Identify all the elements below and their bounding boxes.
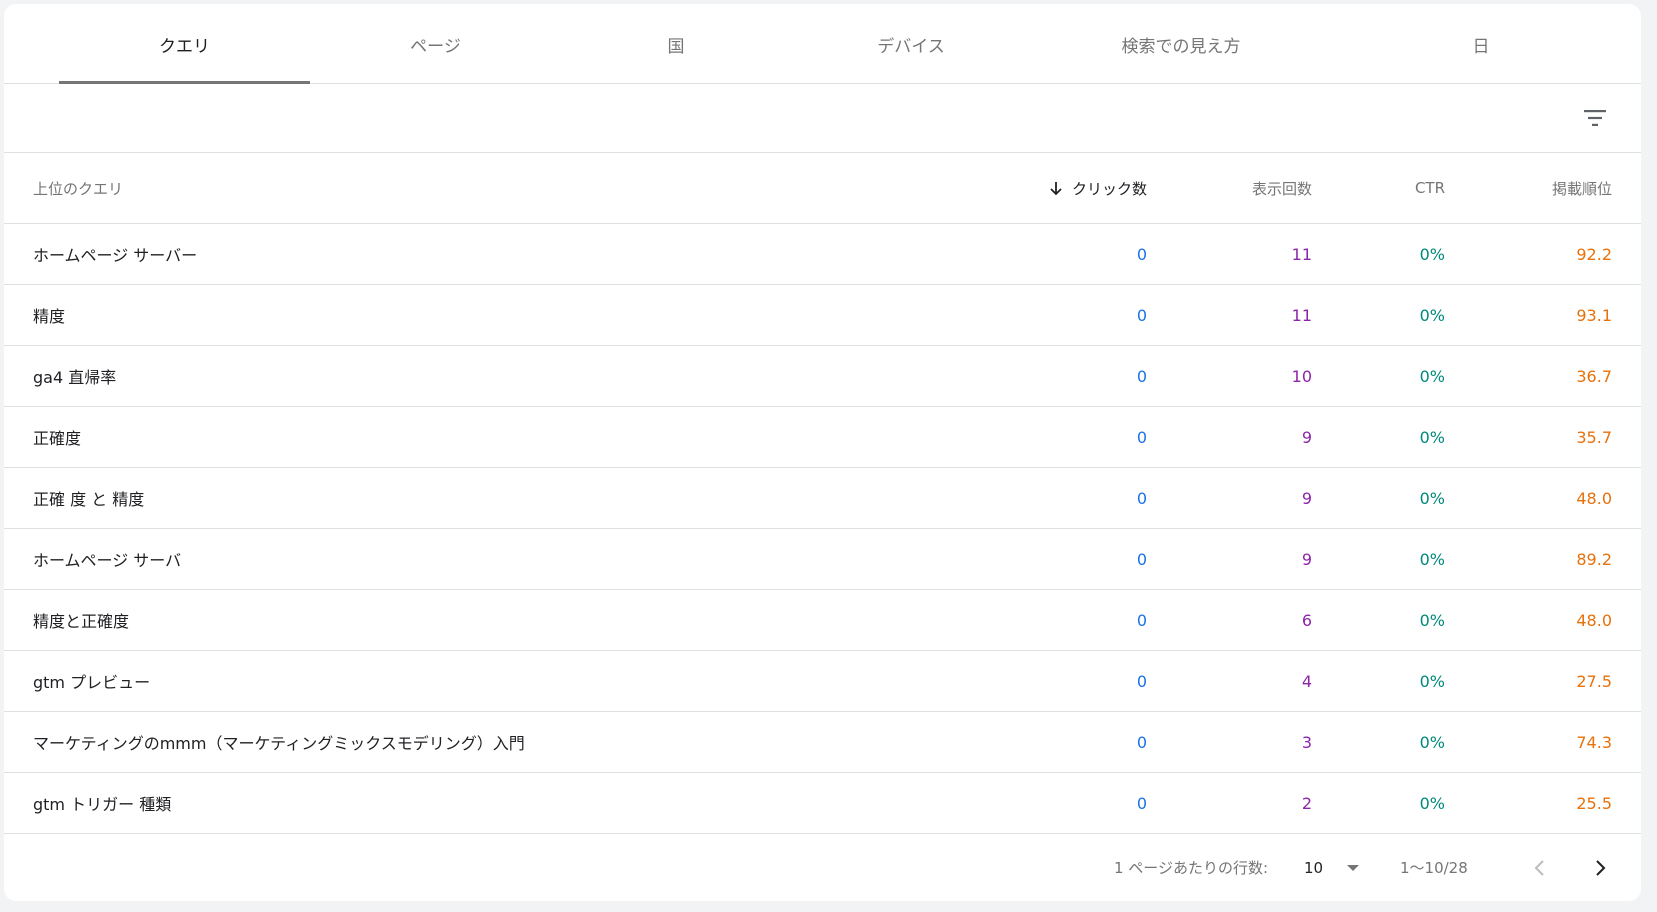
cell-impressions: 11: [1291, 305, 1312, 325]
cell-clicks: 0: [1136, 732, 1147, 752]
table-body: ホームページ サーバー 0 11 0% 92.2 精度 0 11 0% 93.1…: [4, 224, 1641, 834]
table-row[interactable]: 正確 度 と 精度 0 9 0% 48.0: [4, 468, 1641, 529]
tab-label: クエリ: [159, 36, 210, 57]
rows-per-page-value: 10: [1304, 858, 1324, 877]
table-row[interactable]: gtm プレビュー 0 4 0% 27.5: [4, 651, 1641, 712]
table-row[interactable]: ga4 直帰率 0 10 0% 36.7: [4, 346, 1641, 407]
chevron-right-icon[interactable]: [1586, 854, 1614, 882]
table-row[interactable]: マーケティングのmmm（マーケティングミックスモデリング）入門 0 3 0% 7…: [4, 712, 1641, 773]
chevron-left-icon[interactable]: [1526, 854, 1554, 882]
table-row[interactable]: ホームページ サーバ 0 9 0% 89.2: [4, 529, 1641, 590]
cell-clicks: 0: [1136, 793, 1147, 813]
dimension-tabs: クエリ ページ 国 デバイス 検索での見え方 日: [4, 4, 1641, 84]
tab-label: 検索での見え方: [1121, 36, 1241, 57]
table-row[interactable]: ホームページ サーバー 0 11 0% 92.2: [4, 224, 1641, 285]
cell-clicks: 0: [1136, 366, 1147, 386]
cell-ctr: 0%: [1419, 549, 1445, 569]
tab-label: ページ: [410, 36, 461, 57]
cell-clicks: 0: [1136, 488, 1147, 508]
tab-label: 日: [1472, 36, 1490, 57]
cell-position: 25.5: [1576, 793, 1612, 813]
cell-query: ga4 直帰率: [33, 368, 117, 387]
cell-impressions: 11: [1291, 244, 1312, 264]
cell-ctr: 0%: [1419, 366, 1445, 386]
cell-impressions: 4: [1301, 671, 1312, 691]
tab-date[interactable]: 日: [1331, 4, 1631, 84]
table-toolbar: [4, 84, 1641, 153]
cell-clicks: 0: [1136, 305, 1147, 325]
cell-position: 35.7: [1576, 427, 1612, 447]
cell-impressions: 2: [1301, 793, 1312, 813]
header-ctr-label: CTR: [1414, 179, 1445, 197]
header-query-label: 上位のクエリ: [33, 179, 124, 198]
cell-ctr: 0%: [1419, 671, 1445, 691]
pagination-bar: 1 ページあたりの行数: 10 1〜10/28: [4, 834, 1641, 901]
header-ctr[interactable]: CTR: [1415, 153, 1445, 223]
cell-query: 精度: [33, 307, 66, 326]
cell-clicks: 0: [1136, 671, 1147, 691]
cell-clicks: 0: [1136, 610, 1147, 630]
rows-per-page-select[interactable]: 10: [1304, 834, 1360, 901]
cell-position: 27.5: [1576, 671, 1612, 691]
cell-ctr: 0%: [1419, 793, 1445, 813]
tab-country[interactable]: 国: [561, 4, 791, 84]
cell-clicks: 0: [1136, 427, 1147, 447]
cell-clicks: 0: [1136, 549, 1147, 569]
tab-label: 国: [667, 36, 685, 57]
cell-position: 48.0: [1576, 610, 1612, 630]
cell-impressions: 9: [1301, 427, 1312, 447]
header-impressions[interactable]: 表示回数: [1252, 153, 1312, 223]
cell-impressions: 3: [1301, 732, 1312, 752]
header-position[interactable]: 掲載順位: [1552, 153, 1612, 223]
page-range: 1〜10/28: [1400, 859, 1468, 877]
cell-ctr: 0%: [1419, 305, 1445, 325]
cell-impressions: 9: [1301, 488, 1312, 508]
cell-ctr: 0%: [1419, 610, 1445, 630]
cell-impressions: 9: [1301, 549, 1312, 569]
dropdown-caret-icon: [1347, 864, 1360, 871]
table-row[interactable]: 精度 0 11 0% 93.1: [4, 285, 1641, 346]
cell-position: 92.2: [1576, 244, 1612, 264]
cell-ctr: 0%: [1419, 732, 1445, 752]
cell-query: マーケティングのmmm（マーケティングミックスモデリング）入門: [33, 734, 525, 753]
cell-ctr: 0%: [1419, 427, 1445, 447]
cell-ctr: 0%: [1419, 488, 1445, 508]
tab-label: デバイス: [877, 36, 945, 57]
cell-ctr: 0%: [1419, 244, 1445, 264]
tab-search-appearance[interactable]: 検索での見え方: [1031, 4, 1331, 84]
cell-impressions: 10: [1291, 366, 1312, 386]
table-row[interactable]: 正確度 0 9 0% 35.7: [4, 407, 1641, 468]
cell-query: 精度と正確度: [33, 612, 130, 631]
table-row[interactable]: 精度と正確度 0 6 0% 48.0: [4, 590, 1641, 651]
cell-query: ホームページ サーバー: [33, 246, 198, 265]
tab-device[interactable]: デバイス: [791, 4, 1031, 84]
header-query: 上位のクエリ: [33, 153, 123, 223]
table-header: 上位のクエリ クリック数 表示回数 CTR 掲載順位: [4, 153, 1641, 224]
cell-position: 93.1: [1576, 305, 1612, 325]
tab-query[interactable]: クエリ: [59, 4, 310, 84]
cell-query: 正確 度 と 精度: [33, 490, 145, 509]
filter-list-icon[interactable]: [1581, 104, 1609, 132]
cell-impressions: 6: [1301, 610, 1312, 630]
header-clicks[interactable]: クリック数: [1048, 153, 1147, 223]
cell-position: 89.2: [1576, 549, 1612, 569]
tab-page[interactable]: ページ: [310, 4, 561, 84]
header-clicks-label: クリック数: [1071, 179, 1147, 198]
cell-query: gtm トリガー 種類: [33, 795, 172, 814]
performance-table-card: クエリ ページ 国 デバイス 検索での見え方 日 上位のクエリ クリック数 表示…: [4, 4, 1641, 901]
cell-query: gtm プレビュー: [33, 673, 151, 692]
header-position-label: 掲載順位: [1551, 179, 1612, 198]
cell-clicks: 0: [1136, 244, 1147, 264]
table-row[interactable]: gtm トリガー 種類 0 2 0% 25.5: [4, 773, 1641, 834]
rows-per-page-label: 1 ページあたりの行数:: [1114, 859, 1269, 877]
cell-query: 正確度: [33, 429, 82, 448]
arrow-down-icon: [1048, 180, 1064, 196]
cell-position: 48.0: [1576, 488, 1612, 508]
cell-position: 74.3: [1576, 732, 1612, 752]
cell-position: 36.7: [1576, 366, 1612, 386]
header-impressions-label: 表示回数: [1251, 179, 1312, 198]
cell-query: ホームページ サーバ: [33, 551, 182, 570]
